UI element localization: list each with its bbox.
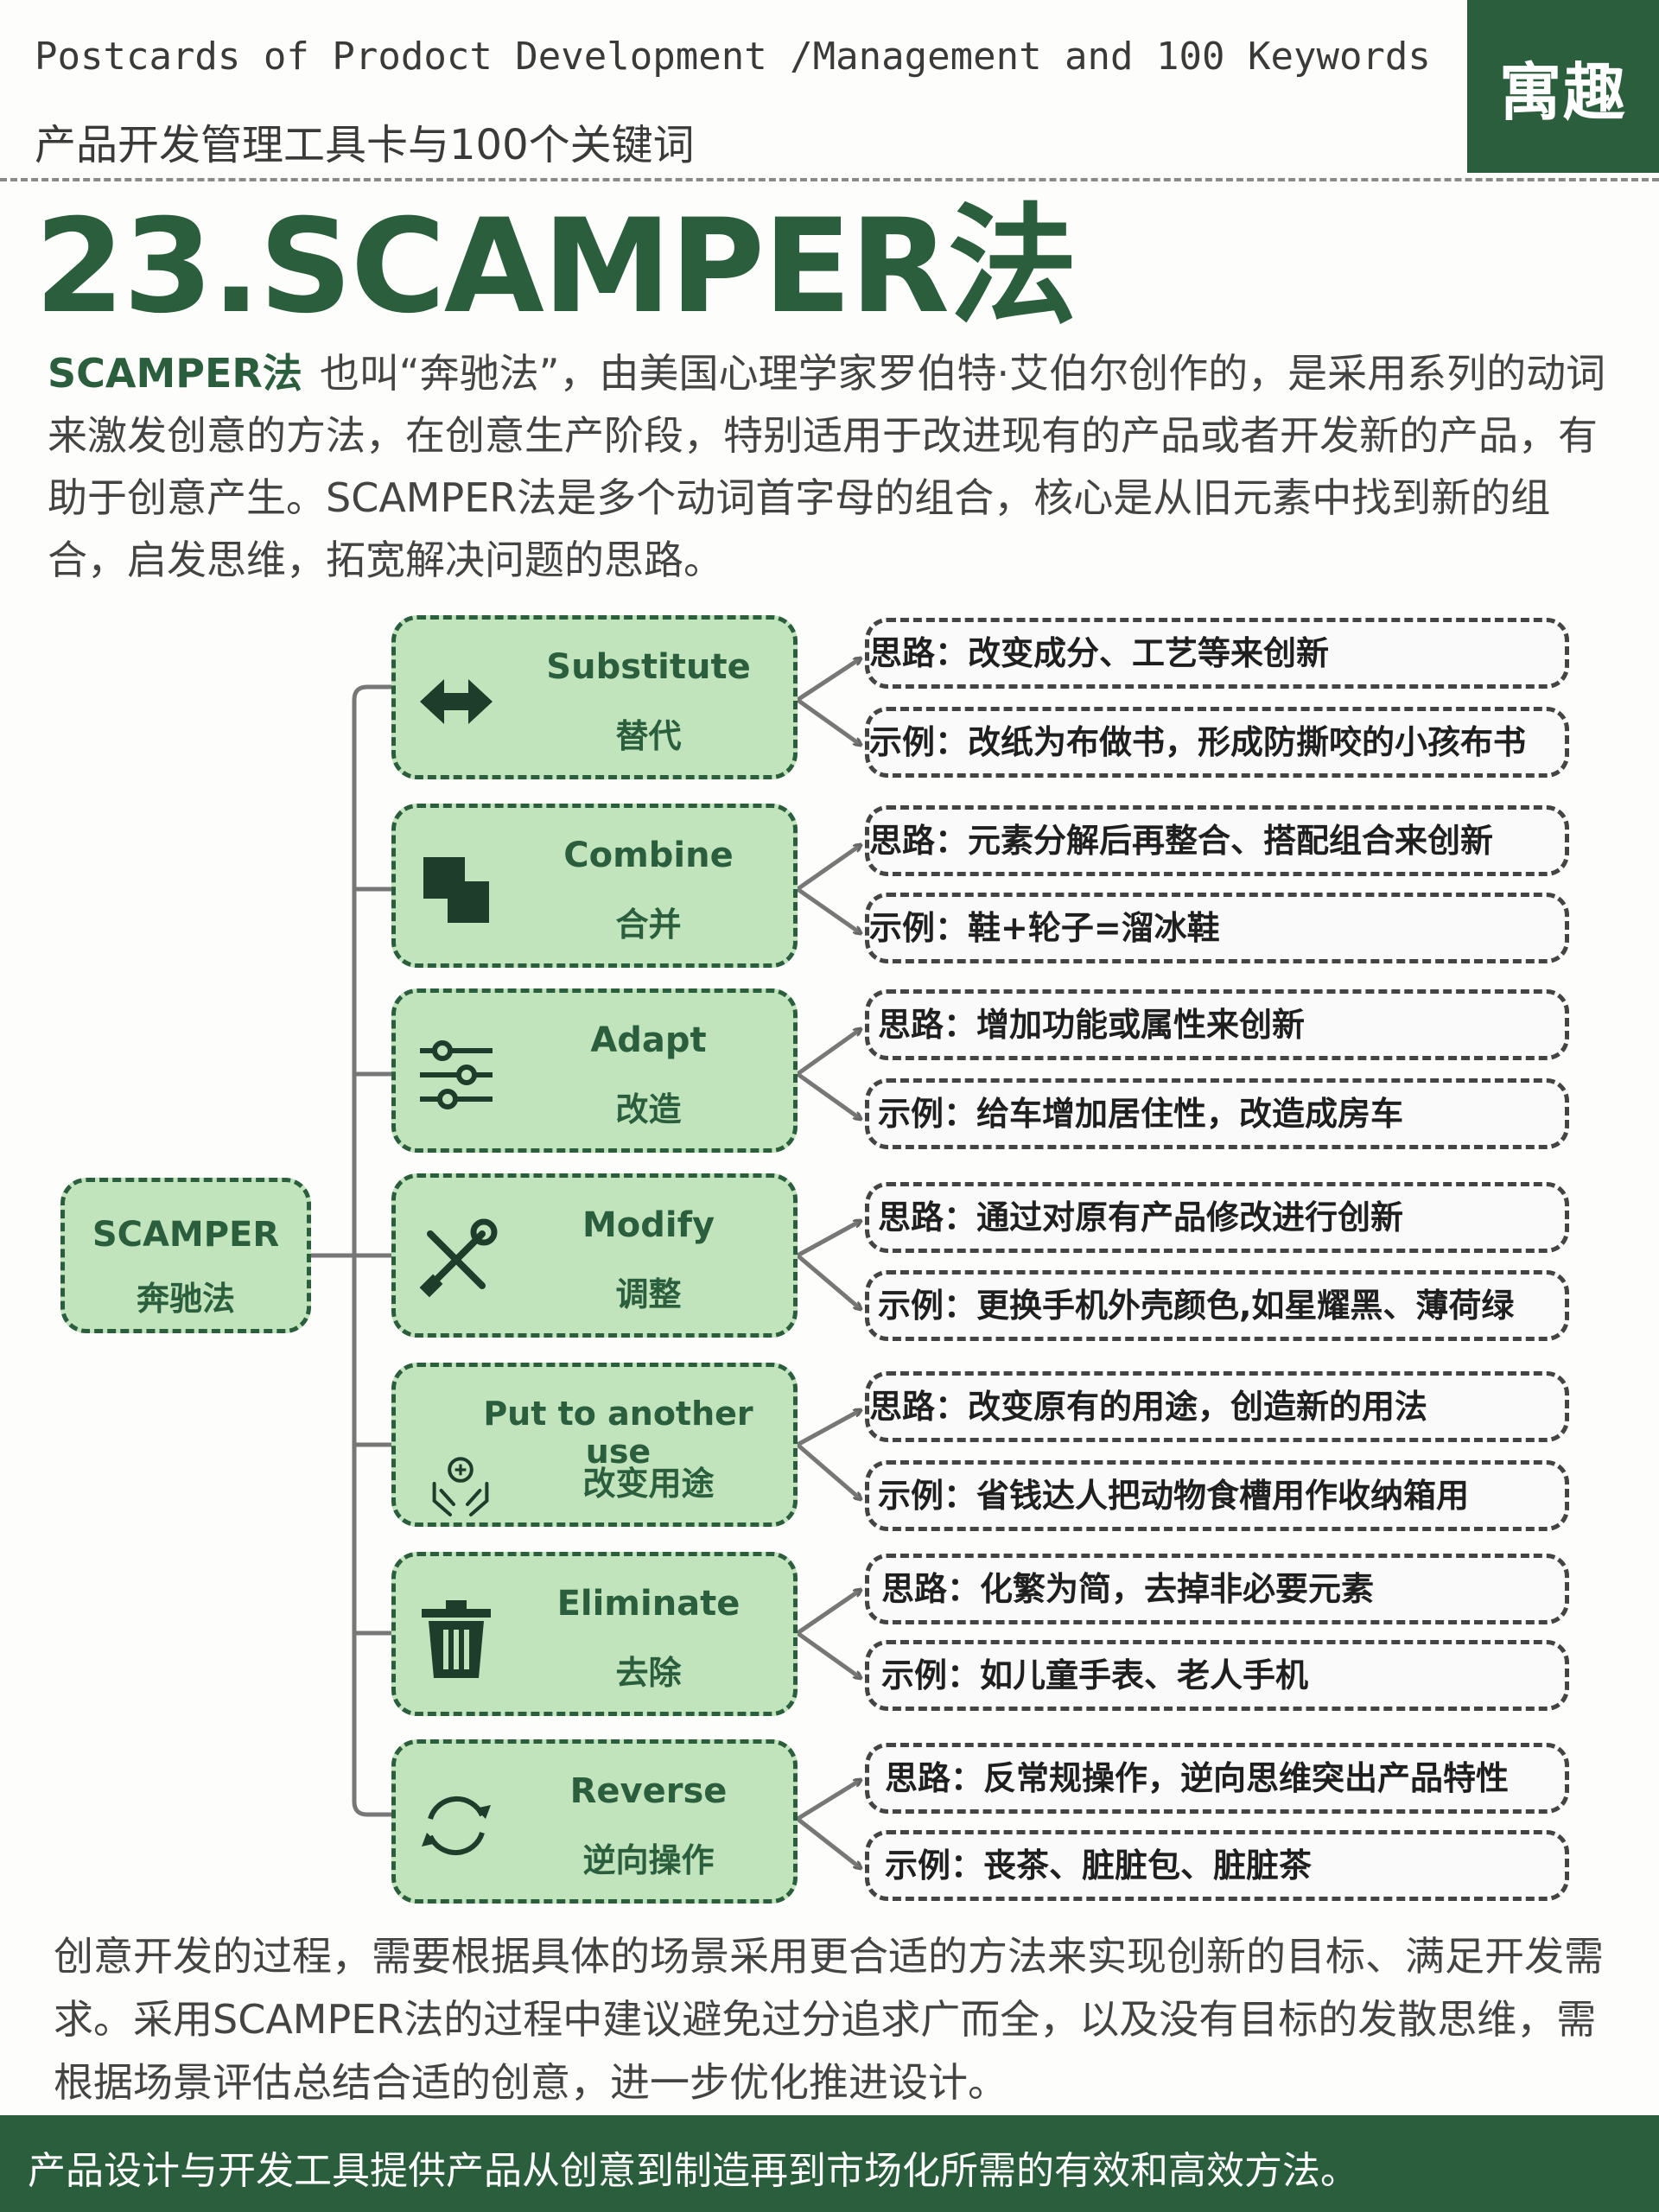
substitute-example-text: 示例：改纸为布做书，形成防撕咬的小孩布书 — [869, 723, 1527, 761]
adapt-example-text: 示例：给车增加居住性，改造成房车 — [878, 1095, 1404, 1133]
put-to-another-use-node: Put to another use 改变用途 — [391, 1363, 798, 1527]
combine-idea-text: 思路：元素分解后再整合、搭配组合来创新 — [869, 822, 1494, 860]
sliders-icon — [420, 1040, 493, 1109]
substitute-node: Substitute 替代 — [391, 615, 798, 779]
adapt-idea-box: 思路：增加功能或属性来创新 — [865, 989, 1569, 1060]
eliminate-en-label: Eliminate — [556, 1584, 741, 1624]
put-to-another-use-idea-box: 思路：改变原有的用途，创造新的用法 — [865, 1371, 1569, 1442]
modify-en-label: Modify — [582, 1205, 715, 1245]
adapt-example-box: 示例：给车增加居住性，改造成房车 — [865, 1078, 1569, 1149]
substitute-idea-text: 思路：改变成分、工艺等来创新 — [869, 634, 1330, 672]
reverse-node: Reverse 逆向操作 — [391, 1739, 798, 1904]
reverse-idea-box: 思路：反常规操作，逆向思维突出产品特性 — [865, 1743, 1569, 1814]
reverse-cn-label: 逆向操作 — [582, 1841, 715, 1879]
eliminate-idea-box: 思路：化繁为简，去掉非必要元素 — [865, 1554, 1569, 1624]
scamper-diagram: SCAMPER 奔驰法 Substitute 替代 思路：改变成分、工艺等来创新… — [0, 605, 1659, 1918]
substitute-idea-box: 思路：改变成分、工艺等来创新 — [865, 618, 1569, 689]
swap-arrows-icon — [420, 679, 493, 724]
modify-node: Modify 调整 — [391, 1173, 798, 1338]
modify-cn-label: 调整 — [615, 1275, 682, 1313]
header-chinese-title: 产品开发管理工具卡与100个关键词 — [35, 121, 695, 169]
adapt-idea-text: 思路：增加功能或属性来创新 — [878, 1006, 1306, 1044]
eliminate-node: Eliminate 去除 — [391, 1552, 798, 1716]
modify-idea-text: 思路：通过对原有产品修改进行创新 — [878, 1198, 1404, 1236]
adapt-node: Adapt 改造 — [391, 988, 798, 1153]
root-en-label: SCAMPER — [92, 1215, 280, 1255]
brand-logo: 寓趣 — [1467, 0, 1659, 173]
eliminate-cn-label: 去除 — [615, 1654, 682, 1692]
combine-example-box: 示例：鞋+轮子=溜冰鞋 — [865, 893, 1569, 963]
put-to-another-use-cn-label: 改变用途 — [582, 1465, 715, 1503]
header-divider — [0, 178, 1659, 181]
trash-icon — [422, 1600, 491, 1678]
conclusion-paragraph: 创意开发的过程，需要根据具体的场景采用更合适的方法来实现创新的目标、满足开发需求… — [54, 1933, 1604, 2106]
reverse-example-box: 示例：丧茶、脏脏包、脏脏茶 — [865, 1830, 1569, 1901]
eliminate-example-text: 示例：如儿童手表、老人手机 — [881, 1656, 1309, 1694]
combine-en-label: Combine — [563, 836, 734, 875]
eliminate-example-box: 示例：如儿童手表、老人手机 — [865, 1640, 1569, 1711]
substitute-cn-label: 替代 — [615, 717, 682, 755]
brand-text: 寓趣 — [1498, 55, 1627, 129]
footer-bar: 产品设计与开发工具提供产品从创意到制造再到市场化所需的有效和高效方法。 — [0, 2115, 1659, 2212]
intro-paragraph: SCAMPER法 也叫“奔驰法”，由美国心理学家罗伯特·艾伯尔创作的，是采用系列的… — [48, 342, 1620, 591]
root-node: SCAMPER 奔驰法 — [60, 1178, 311, 1333]
tools-icon — [419, 1218, 498, 1298]
adapt-cn-label: 改造 — [615, 1090, 682, 1128]
combine-cn-label: 合并 — [615, 906, 682, 944]
modify-example-box: 示例：更换手机外壳颜色,如星耀黑、薄荷绿 — [865, 1270, 1569, 1341]
eliminate-idea-text: 思路：化繁为简，去掉非必要元素 — [881, 1570, 1375, 1608]
combine-idea-box: 思路：元素分解后再整合、搭配组合来创新 — [865, 805, 1569, 876]
root-cn-label: 奔驰法 — [136, 1280, 235, 1318]
cycle-arrows-icon — [422, 1796, 491, 1856]
header-english-title: Postcards of Prodoct Development /Manage… — [35, 35, 1431, 79]
combine-node: Combine 合并 — [391, 804, 798, 968]
put-to-another-use-example-box: 示例：省钱达人把动物食槽用作收纳箱用 — [865, 1460, 1569, 1531]
put-to-another-use-example-text: 示例：省钱达人把动物食槽用作收纳箱用 — [878, 1477, 1470, 1515]
combine-example-text: 示例：鞋+轮子=溜冰鞋 — [869, 909, 1220, 947]
put-to-another-use-idea-text: 思路：改变原有的用途，创造新的用法 — [869, 1388, 1428, 1426]
page-title: 23.SCAMPER法 — [35, 192, 1077, 342]
intro-bold-term: SCAMPER法 — [48, 350, 302, 397]
reverse-en-label: Reverse — [569, 1771, 728, 1811]
overlapping-squares-icon — [423, 857, 489, 923]
adapt-en-label: Adapt — [590, 1020, 707, 1060]
modify-example-text: 示例：更换手机外壳颜色,如星耀黑、薄荷绿 — [878, 1287, 1515, 1325]
substitute-example-box: 示例：改纸为布做书，形成防撕咬的小孩布书 — [865, 707, 1569, 778]
reverse-idea-text: 思路：反常规操作，逆向思维突出产品特性 — [885, 1759, 1510, 1797]
footer-text: 产品设计与开发工具提供产品从创意到制造再到市场化所需的有效和高效方法。 — [28, 2149, 1358, 2193]
modify-idea-box: 思路：通过对原有产品修改进行创新 — [865, 1182, 1569, 1253]
substitute-en-label: Substitute — [546, 647, 751, 687]
reverse-example-text: 示例：丧茶、脏脏包、脏脏茶 — [885, 1847, 1313, 1885]
